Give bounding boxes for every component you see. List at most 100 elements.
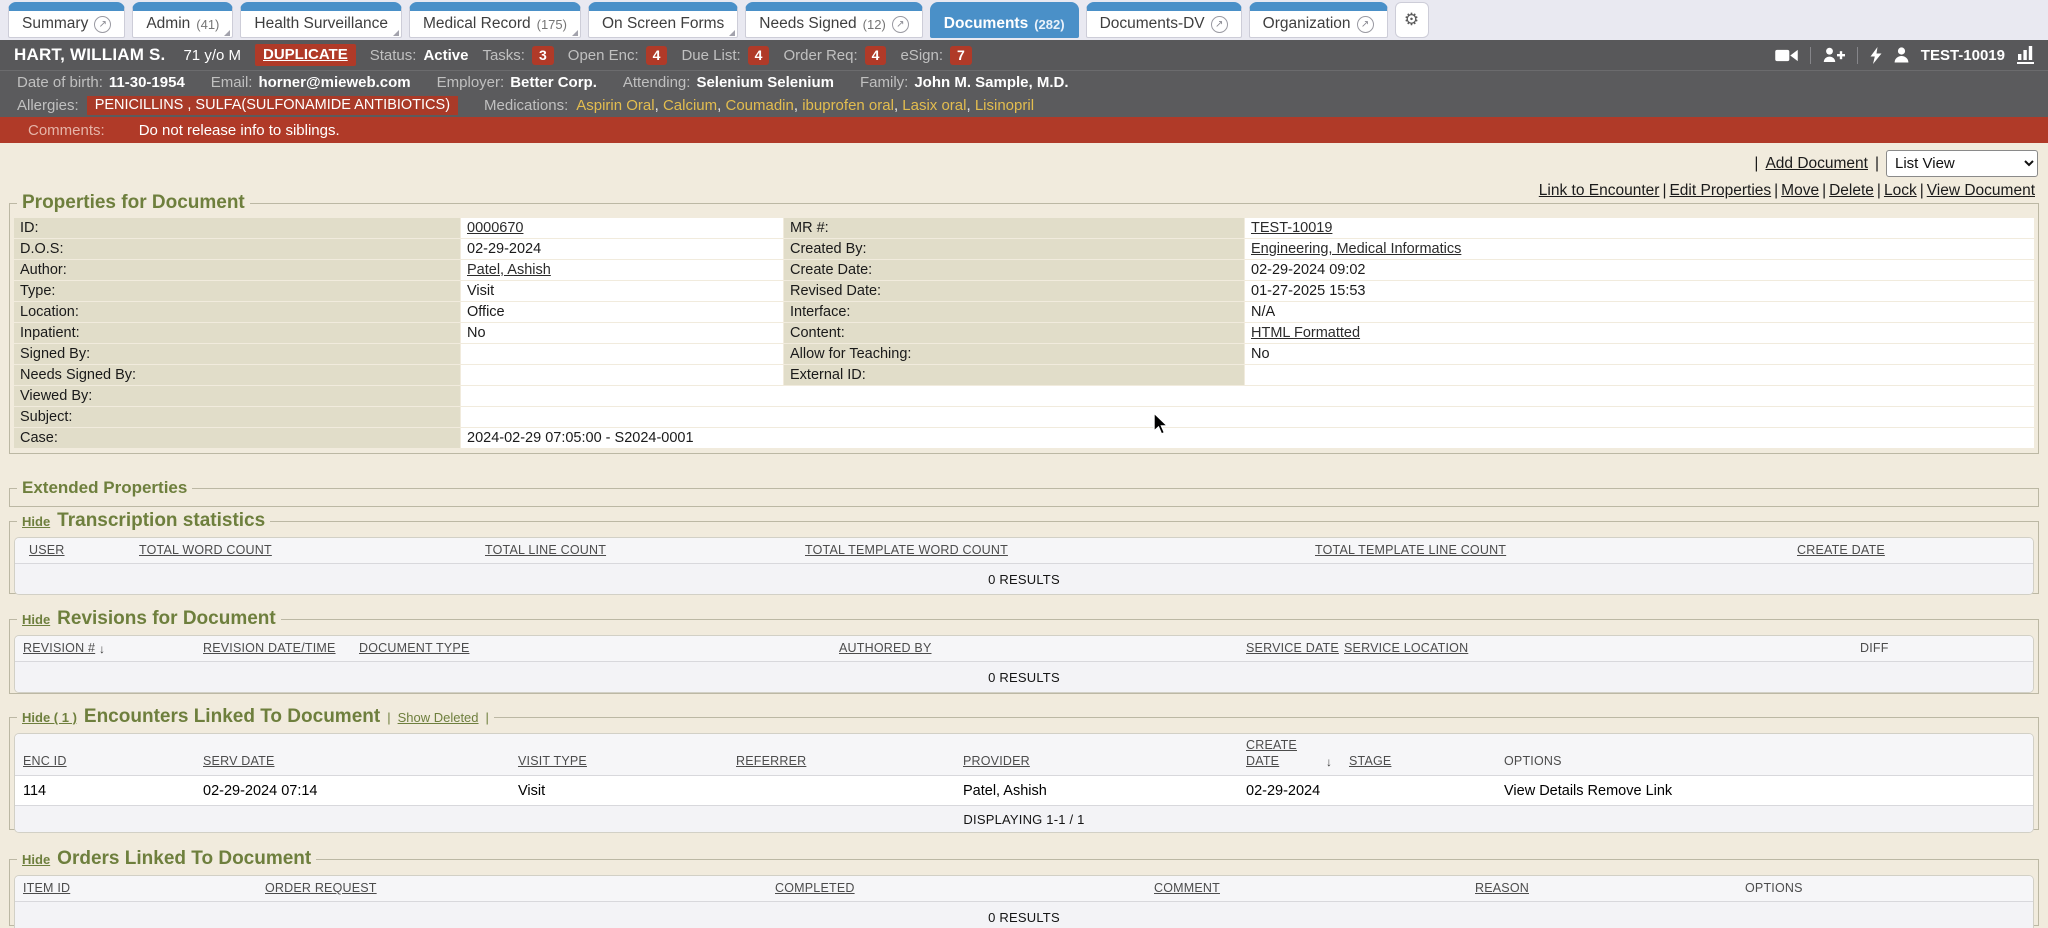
medications-list: Aspirin Oral, Calcium, Coumadin, ibuprof… xyxy=(576,97,1034,114)
due-list-label: Due List: xyxy=(681,47,740,64)
medication-link[interactable]: Coumadin xyxy=(725,97,793,114)
medication-link[interactable]: Calcium xyxy=(663,97,717,114)
sort-descending-icon[interactable]: ↓ xyxy=(1326,755,1332,769)
col-revision-number[interactable]: REVISION # xyxy=(23,641,95,655)
col-serv-date[interactable]: SERV DATE xyxy=(203,754,275,768)
tab-admin[interactable]: Admin (41) xyxy=(132,2,233,38)
col-total-template-line-count[interactable]: TOTAL TEMPLATE LINE COUNT xyxy=(1315,543,1506,557)
medication-link[interactable]: ibuprofen oral xyxy=(802,97,894,114)
field-label-id: ID: xyxy=(14,218,460,238)
field-label-external-id: External ID: xyxy=(784,365,1244,385)
col-service-location[interactable]: SERVICE LOCATION xyxy=(1344,641,1468,655)
tasks-count-badge[interactable]: 3 xyxy=(532,46,554,65)
col-reason[interactable]: REASON xyxy=(1475,881,1529,895)
col-revision-datetime[interactable]: REVISION DATE/TIME xyxy=(203,641,336,655)
tab-label: Organization xyxy=(1263,15,1351,33)
col-create-date[interactable]: CREATE DATE xyxy=(1797,543,1885,557)
cell-options-actions[interactable]: View Details Remove Link xyxy=(1504,783,1672,799)
field-value-interface: N/A xyxy=(1245,302,2034,322)
patient-id[interactable]: TEST-10019 xyxy=(1921,47,2005,64)
col-stage[interactable]: STAGE xyxy=(1349,754,1391,768)
attending-pair: Attending: Selenium Selenium xyxy=(623,74,834,91)
order-req-count-badge[interactable]: 4 xyxy=(865,46,887,65)
document-toolbar: | Add Document | List View xyxy=(1754,150,2038,177)
table-header-row: REVISION # ↓ REVISION DATE/TIME DOCUMENT… xyxy=(15,636,2033,662)
demographics-bar: Date of birth: 11-30-1954 Email: horner@… xyxy=(0,70,2048,94)
sort-descending-icon[interactable]: ↓ xyxy=(99,642,105,656)
tab-documents-dv[interactable]: Documents-DV ↗ xyxy=(1086,2,1242,38)
col-create-date-line2[interactable]: DATE xyxy=(1246,754,1279,768)
email-pair: Email: horner@mieweb.com xyxy=(211,74,411,91)
medication-link[interactable]: Aspirin Oral xyxy=(576,97,654,114)
video-camera-icon[interactable] xyxy=(1775,48,1798,63)
tab-medical-record[interactable]: Medical Record (175) xyxy=(409,2,581,38)
dropdown-corner-icon xyxy=(393,30,399,36)
dropdown-corner-icon xyxy=(224,30,230,36)
patient-bar-right: TEST-10019 xyxy=(1775,46,2048,64)
lightning-bolt-icon[interactable] xyxy=(1870,47,1882,64)
hide-orders-link[interactable]: Hide xyxy=(22,852,50,867)
tab-organization[interactable]: Organization ↗ xyxy=(1249,2,1388,38)
orders-table: ITEM ID ORDER REQUEST COMPLETED COMMENT … xyxy=(14,875,2034,928)
medications-label: Medications: xyxy=(484,97,568,114)
col-visit-type[interactable]: VISIT TYPE xyxy=(518,754,587,768)
col-total-template-word-count[interactable]: TOTAL TEMPLATE WORD COUNT xyxy=(805,543,1008,557)
esign-count-badge[interactable]: 7 xyxy=(950,46,972,65)
patient-header-bar: HART, WILLIAM S. 71 y/o M DUPLICATE Stat… xyxy=(0,40,2048,70)
hide-revisions-link[interactable]: Hide xyxy=(22,612,50,627)
medication-link[interactable]: Lasix oral xyxy=(902,97,966,114)
hide-transcription-link[interactable]: Hide xyxy=(22,514,50,529)
hide-encounters-link[interactable]: Hide ( 1 ) xyxy=(22,710,77,725)
due-list-pair: Due List: 4 xyxy=(681,46,769,65)
open-enc-count-badge[interactable]: 4 xyxy=(646,46,668,65)
medication-link[interactable]: Lisinopril xyxy=(975,97,1034,114)
field-label-type: Type: xyxy=(14,281,460,301)
tab-settings-button[interactable]: ⚙ xyxy=(1395,2,1429,38)
field-label-subject: Subject: xyxy=(14,407,460,427)
tab-health-surveillance[interactable]: Health Surveillance xyxy=(240,2,402,38)
col-order-request[interactable]: ORDER REQUEST xyxy=(265,881,377,895)
col-document-type[interactable]: DOCUMENT TYPE xyxy=(359,641,470,655)
created-by-link[interactable]: Engineering, Medical Informatics xyxy=(1251,241,1461,257)
view-select[interactable]: List View xyxy=(1886,150,2038,177)
tab-label: Documents xyxy=(944,15,1028,33)
tab-on-screen-forms[interactable]: On Screen Forms xyxy=(588,2,738,38)
col-completed[interactable]: COMPLETED xyxy=(775,881,855,895)
col-comment[interactable]: COMMENT xyxy=(1154,881,1220,895)
col-item-id[interactable]: ITEM ID xyxy=(23,881,70,895)
properties-table: ID: 0000670 MR #: TEST-10019 D.O.S: 02-2… xyxy=(14,218,2034,448)
field-value-created-by: Engineering, Medical Informatics xyxy=(1245,239,2034,259)
mr-number-link[interactable]: TEST-10019 xyxy=(1251,220,1332,236)
tasks-pair: Tasks: 3 xyxy=(482,46,553,65)
col-total-word-count[interactable]: TOTAL WORD COUNT xyxy=(139,543,272,557)
col-provider[interactable]: PROVIDER xyxy=(963,754,1030,768)
duplicate-flag-badge[interactable]: DUPLICATE xyxy=(255,44,356,66)
col-authored-by[interactable]: AUTHORED BY xyxy=(839,641,932,655)
add-document-link[interactable]: Add Document xyxy=(1765,155,1868,173)
tasks-label: Tasks: xyxy=(482,47,525,64)
col-create-date-line1[interactable]: CREATE xyxy=(1246,738,1297,752)
author-link[interactable]: Patel, Ashish xyxy=(467,262,551,278)
tab-summary[interactable]: Summary ↗ xyxy=(8,2,125,38)
col-referrer[interactable]: REFERRER xyxy=(736,754,806,768)
email-label: Email: xyxy=(211,74,253,91)
col-total-line-count[interactable]: TOTAL LINE COUNT xyxy=(485,543,606,557)
due-list-count-badge[interactable]: 4 xyxy=(748,46,770,65)
col-enc-id[interactable]: ENC ID xyxy=(23,754,67,768)
col-service-date[interactable]: SERVICE DATE xyxy=(1246,641,1339,655)
tab-needs-signed[interactable]: Needs Signed (12) ↗ xyxy=(745,2,923,38)
empty-results-row: 0 RESULTS xyxy=(15,662,2033,692)
tab-label: Health Surveillance xyxy=(254,15,388,33)
pipe: | xyxy=(387,710,390,725)
user-plus-icon[interactable] xyxy=(1823,47,1845,63)
comma: , xyxy=(894,97,902,114)
show-deleted-link[interactable]: Show Deleted xyxy=(398,710,479,725)
bar-chart-icon[interactable] xyxy=(2017,46,2034,64)
content-format-link[interactable]: HTML Formatted xyxy=(1251,325,1360,341)
orders-fieldset: Hide Orders Linked To Document ITEM ID O… xyxy=(9,848,2039,926)
col-user[interactable]: USER xyxy=(29,543,65,557)
field-value-allow-teaching: No xyxy=(1245,344,2034,364)
tab-documents[interactable]: Documents (282) xyxy=(930,2,1079,38)
document-id-link[interactable]: 0000670 xyxy=(467,220,523,236)
dob-value: 11-30-1954 xyxy=(109,74,185,91)
